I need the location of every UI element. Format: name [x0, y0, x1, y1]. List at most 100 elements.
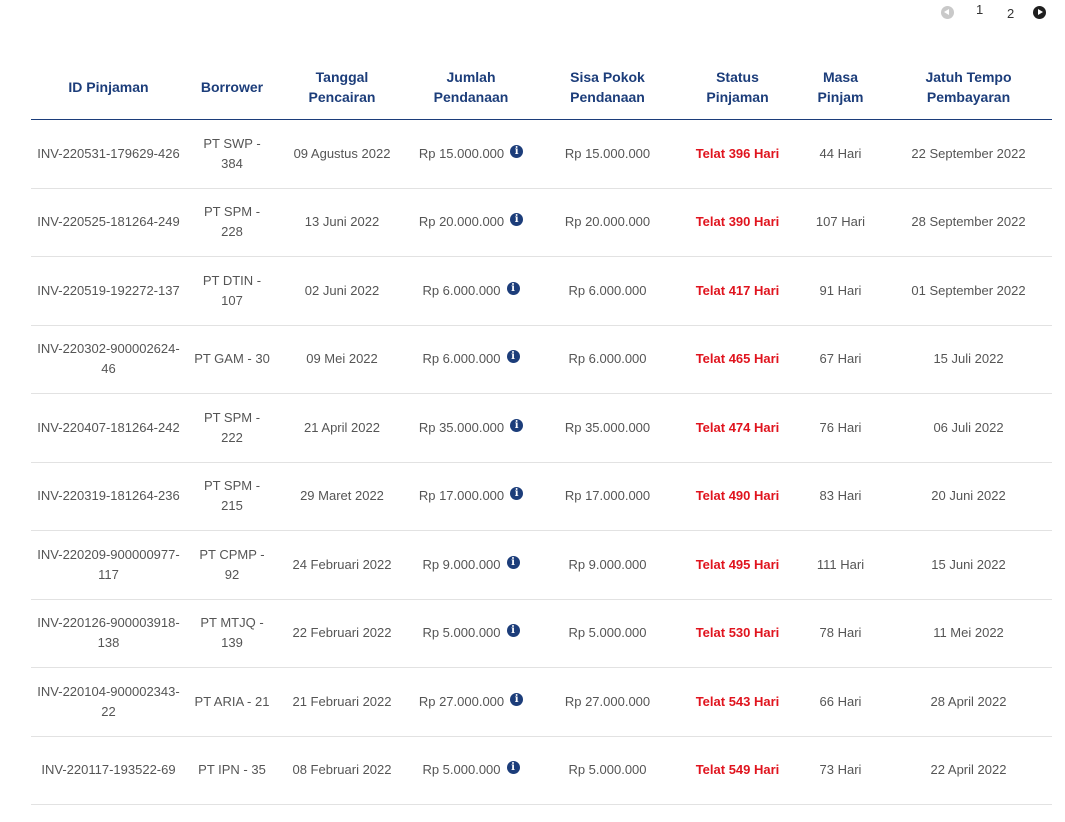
cell-funding-amount: Rp 20.000.000 i: [406, 188, 536, 257]
cell-disbursement-date: 24 Februari 2022: [278, 530, 406, 600]
cell-disbursement-date: 09 Mei 2022: [278, 325, 406, 394]
cell-loan-status: Telat 417 Hari: [679, 256, 796, 326]
header-status-pinjaman[interactable]: Status Pinjaman: [679, 55, 796, 120]
table-row[interactable]: INV-220209-900000977-117 PT CPMP - 92 24…: [31, 530, 1052, 600]
cell-due-date: 22 April 2022: [885, 736, 1052, 805]
cell-borrower: PT MTJQ - 139: [186, 599, 278, 668]
cell-due-date: 15 Juli 2022: [885, 325, 1052, 394]
cell-borrower: PT ARIA - 21: [186, 667, 278, 737]
cell-borrower: PT IPN - 35: [186, 736, 278, 805]
cell-loan-period: 91 Hari: [796, 256, 885, 326]
funding-amount-value: Rp 5.000.000: [422, 625, 501, 641]
cell-loan-id: INV-220319-181264-236: [31, 462, 186, 531]
loan-table: ID Pinjaman Borrower Tanggal Pencairan J…: [31, 55, 1052, 805]
cell-disbursement-date: 21 April 2022: [278, 393, 406, 463]
cell-loan-period: 66 Hari: [796, 667, 885, 737]
loan-portfolio-page: 1 2 ID Pinjaman Borrower Tanggal Pencair…: [0, 0, 1065, 822]
info-icon[interactable]: i: [506, 624, 520, 638]
table-header-row: ID Pinjaman Borrower Tanggal Pencairan J…: [31, 55, 1052, 120]
cell-loan-id: INV-220302-900002624-46: [31, 325, 186, 394]
cell-due-date: 28 September 2022: [885, 188, 1052, 257]
header-jumlah-pendanaan[interactable]: Jumlah Pendanaan: [406, 55, 536, 120]
funding-amount-value: Rp 17.000.000: [418, 488, 505, 504]
header-tanggal-pencairan[interactable]: Tanggal Pencairan: [278, 55, 406, 120]
funding-amount-value: Rp 35.000.000: [418, 419, 505, 435]
cell-due-date: 06 Juli 2022: [885, 393, 1052, 463]
cell-loan-status: Telat 390 Hari: [679, 188, 796, 257]
next-page-icon[interactable]: [1033, 6, 1046, 19]
info-icon[interactable]: i: [510, 487, 524, 501]
page-1-link[interactable]: 1: [976, 2, 983, 17]
cell-loan-status: Telat 396 Hari: [679, 119, 796, 189]
cell-loan-id: INV-220525-181264-249: [31, 188, 186, 257]
cell-due-date: 11 Mei 2022: [885, 599, 1052, 668]
table-row[interactable]: INV-220519-192272-137 PT DTIN - 107 02 J…: [31, 256, 1052, 326]
info-icon[interactable]: i: [506, 350, 520, 364]
cell-borrower: PT SWP - 384: [186, 119, 278, 189]
cell-borrower: PT DTIN - 107: [186, 256, 278, 326]
info-icon[interactable]: i: [510, 213, 524, 227]
table-row[interactable]: INV-220319-181264-236 PT SPM - 215 29 Ma…: [31, 462, 1052, 531]
cell-disbursement-date: 09 Agustus 2022: [278, 119, 406, 189]
table-row[interactable]: INV-220104-900002343-22 PT ARIA - 21 21 …: [31, 667, 1052, 737]
cell-loan-id: INV-220531-179629-426: [31, 119, 186, 189]
cell-loan-period: 73 Hari: [796, 736, 885, 805]
cell-remaining-principal: Rp 5.000.000: [536, 736, 679, 805]
header-sisa-pokok-pendanaan[interactable]: Sisa Pokok Pendanaan: [536, 55, 679, 120]
cell-borrower: PT GAM - 30: [186, 325, 278, 394]
table-row[interactable]: INV-220302-900002624-46 PT GAM - 30 09 M…: [31, 325, 1052, 394]
info-icon[interactable]: i: [510, 692, 524, 706]
cell-borrower: PT SPM - 228: [186, 188, 278, 257]
cell-loan-status: Telat 490 Hari: [679, 462, 796, 531]
cell-remaining-principal: Rp 6.000.000: [536, 256, 679, 326]
cell-funding-amount: Rp 6.000.000 i: [406, 325, 536, 394]
cell-remaining-principal: Rp 9.000.000: [536, 530, 679, 600]
cell-loan-period: 78 Hari: [796, 599, 885, 668]
funding-amount-value: Rp 6.000.000: [422, 282, 501, 298]
cell-disbursement-date: 22 Februari 2022: [278, 599, 406, 668]
cell-loan-period: 83 Hari: [796, 462, 885, 531]
cell-funding-amount: Rp 6.000.000 i: [406, 256, 536, 326]
info-icon[interactable]: i: [506, 555, 520, 569]
cell-loan-period: 67 Hari: [796, 325, 885, 394]
cell-loan-id: INV-220126-900003918-138: [31, 599, 186, 668]
cell-funding-amount: Rp 17.000.000 i: [406, 462, 536, 531]
cell-due-date: 15 Juni 2022: [885, 530, 1052, 600]
table-row[interactable]: INV-220407-181264-242 PT SPM - 222 21 Ap…: [31, 393, 1052, 463]
prev-page-icon[interactable]: [941, 6, 954, 19]
cell-disbursement-date: 13 Juni 2022: [278, 188, 406, 257]
table-row[interactable]: INV-220126-900003918-138 PT MTJQ - 139 2…: [31, 599, 1052, 668]
header-id-pinjaman[interactable]: ID Pinjaman: [31, 55, 186, 120]
funding-amount-value: Rp 5.000.000: [422, 762, 501, 778]
info-icon[interactable]: i: [506, 761, 520, 775]
cell-loan-period: 107 Hari: [796, 188, 885, 257]
cell-loan-status: Telat 530 Hari: [679, 599, 796, 668]
header-borrower[interactable]: Borrower: [186, 55, 278, 120]
cell-loan-id: INV-220209-900000977-117: [31, 530, 186, 600]
funding-amount-value: Rp 27.000.000: [418, 693, 505, 709]
page-2-link[interactable]: 2: [1007, 6, 1014, 21]
header-masa-pinjam[interactable]: Masa Pinjam: [796, 55, 885, 120]
funding-amount-value: Rp 20.000.000: [418, 214, 505, 230]
cell-loan-status: Telat 543 Hari: [679, 667, 796, 737]
cell-disbursement-date: 02 Juni 2022: [278, 256, 406, 326]
cell-borrower: PT SPM - 215: [186, 462, 278, 531]
cell-remaining-principal: Rp 35.000.000: [536, 393, 679, 463]
cell-disbursement-date: 29 Maret 2022: [278, 462, 406, 531]
cell-remaining-principal: Rp 17.000.000: [536, 462, 679, 531]
cell-loan-id: INV-220519-192272-137: [31, 256, 186, 326]
cell-loan-id: INV-220117-193522-69: [31, 736, 186, 805]
info-icon[interactable]: i: [510, 144, 524, 158]
info-icon[interactable]: i: [510, 418, 524, 432]
table-row[interactable]: INV-220117-193522-69 PT IPN - 35 08 Febr…: [31, 736, 1052, 805]
cell-borrower: PT SPM - 222: [186, 393, 278, 463]
cell-loan-status: Telat 495 Hari: [679, 530, 796, 600]
info-icon[interactable]: i: [506, 281, 520, 295]
table-row[interactable]: INV-220525-181264-249 PT SPM - 228 13 Ju…: [31, 188, 1052, 257]
table-row[interactable]: INV-220531-179629-426 PT SWP - 384 09 Ag…: [31, 119, 1052, 189]
cell-funding-amount: Rp 35.000.000 i: [406, 393, 536, 463]
cell-disbursement-date: 08 Februari 2022: [278, 736, 406, 805]
cell-funding-amount: Rp 5.000.000 i: [406, 599, 536, 668]
cell-funding-amount: Rp 27.000.000 i: [406, 667, 536, 737]
header-jatuh-tempo-pembayaran[interactable]: Jatuh Tempo Pembayaran: [885, 55, 1052, 120]
